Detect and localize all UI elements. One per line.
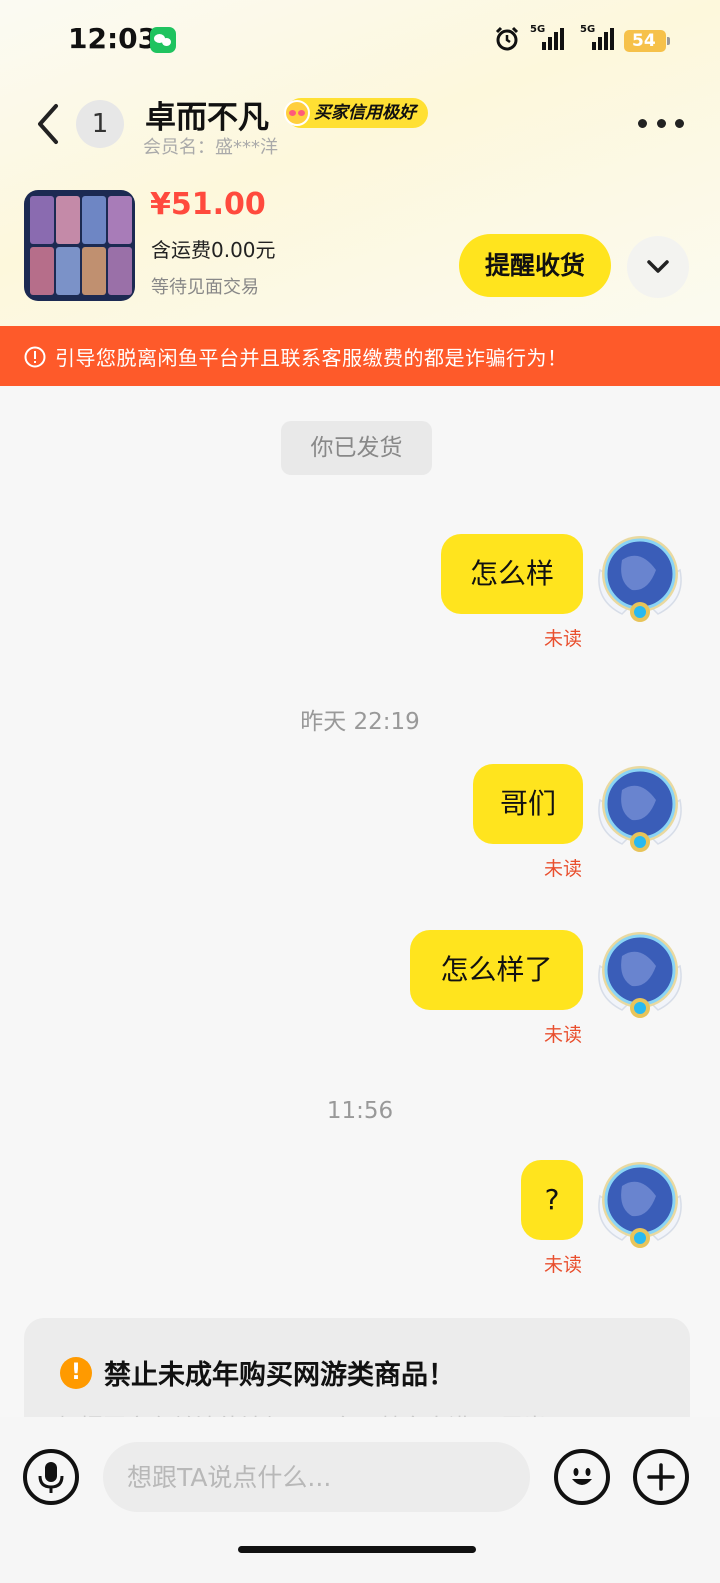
- avatar[interactable]: [592, 926, 688, 1022]
- message-input[interactable]: [103, 1442, 530, 1512]
- time-divider: 11:56: [326, 1098, 394, 1124]
- heart-eyes-emoji-icon: [284, 100, 310, 126]
- credit-badge: 买家信用极好: [284, 98, 428, 128]
- shipping-fee: 含运费0.00元: [151, 238, 276, 262]
- status-time: 12:03: [68, 22, 158, 55]
- exclamation-circle-icon: !: [60, 1357, 92, 1389]
- plus-icon: [647, 1463, 675, 1491]
- avatar[interactable]: [592, 760, 688, 856]
- message-status: 未读: [544, 1024, 583, 1046]
- more-horizontal-icon: [638, 118, 647, 128]
- more-options-button[interactable]: [638, 112, 684, 134]
- message-bubble[interactable]: 怎么样: [441, 534, 583, 614]
- fraud-warning-text: 引导您脱离闲鱼平台并且联系客服缴费的都是诈骗行为！: [55, 346, 568, 370]
- time-divider: 昨天 22:19: [300, 709, 420, 735]
- status-bar: 12:03 5G 5G 54: [0, 0, 720, 80]
- chevron-left-icon: [38, 104, 58, 144]
- message-status: 未读: [544, 628, 583, 650]
- product-thumbnail[interactable]: [24, 190, 135, 301]
- signal-2-icon: 5G: [574, 24, 614, 52]
- home-indicator[interactable]: [238, 1546, 476, 1553]
- battery-icon: 54: [624, 30, 670, 52]
- more-actions-button[interactable]: [633, 1449, 689, 1505]
- expand-button[interactable]: [627, 236, 689, 298]
- remind-receipt-button[interactable]: 提醒收货: [459, 234, 611, 297]
- info-circle-icon: [24, 346, 46, 372]
- unread-count-badge[interactable]: 1: [76, 100, 124, 148]
- notice-title: 禁止未成年购买网游类商品！: [104, 1360, 455, 1391]
- battery-level: 54: [632, 31, 656, 51]
- contact-name[interactable]: 卓而不凡: [145, 92, 269, 137]
- emoji-smile-icon: [572, 1468, 592, 1485]
- signal-1-icon: 5G: [530, 24, 564, 52]
- product-price: ¥51.00: [150, 187, 266, 222]
- voice-button[interactable]: [23, 1449, 79, 1505]
- message-status: 未读: [544, 1254, 583, 1276]
- chevron-down-icon: [647, 260, 669, 273]
- emoji-button[interactable]: [554, 1449, 610, 1505]
- message-bubble[interactable]: 怎么样了: [410, 930, 583, 1010]
- avatar[interactable]: [592, 530, 688, 626]
- system-message: 你已发货: [281, 421, 432, 475]
- message-bubble[interactable]: ?: [521, 1160, 583, 1240]
- member-info: 会员名：盛***洋: [143, 137, 278, 158]
- trade-status: 等待见面交易: [151, 277, 259, 298]
- back-button[interactable]: [30, 100, 70, 148]
- avatar[interactable]: [592, 1156, 688, 1252]
- microphone-icon: [38, 1462, 64, 1493]
- alarm-icon: [494, 26, 520, 56]
- message-bubble[interactable]: 哥们: [473, 764, 583, 844]
- wechat-notification-icon: [150, 27, 176, 53]
- message-status: 未读: [544, 858, 583, 880]
